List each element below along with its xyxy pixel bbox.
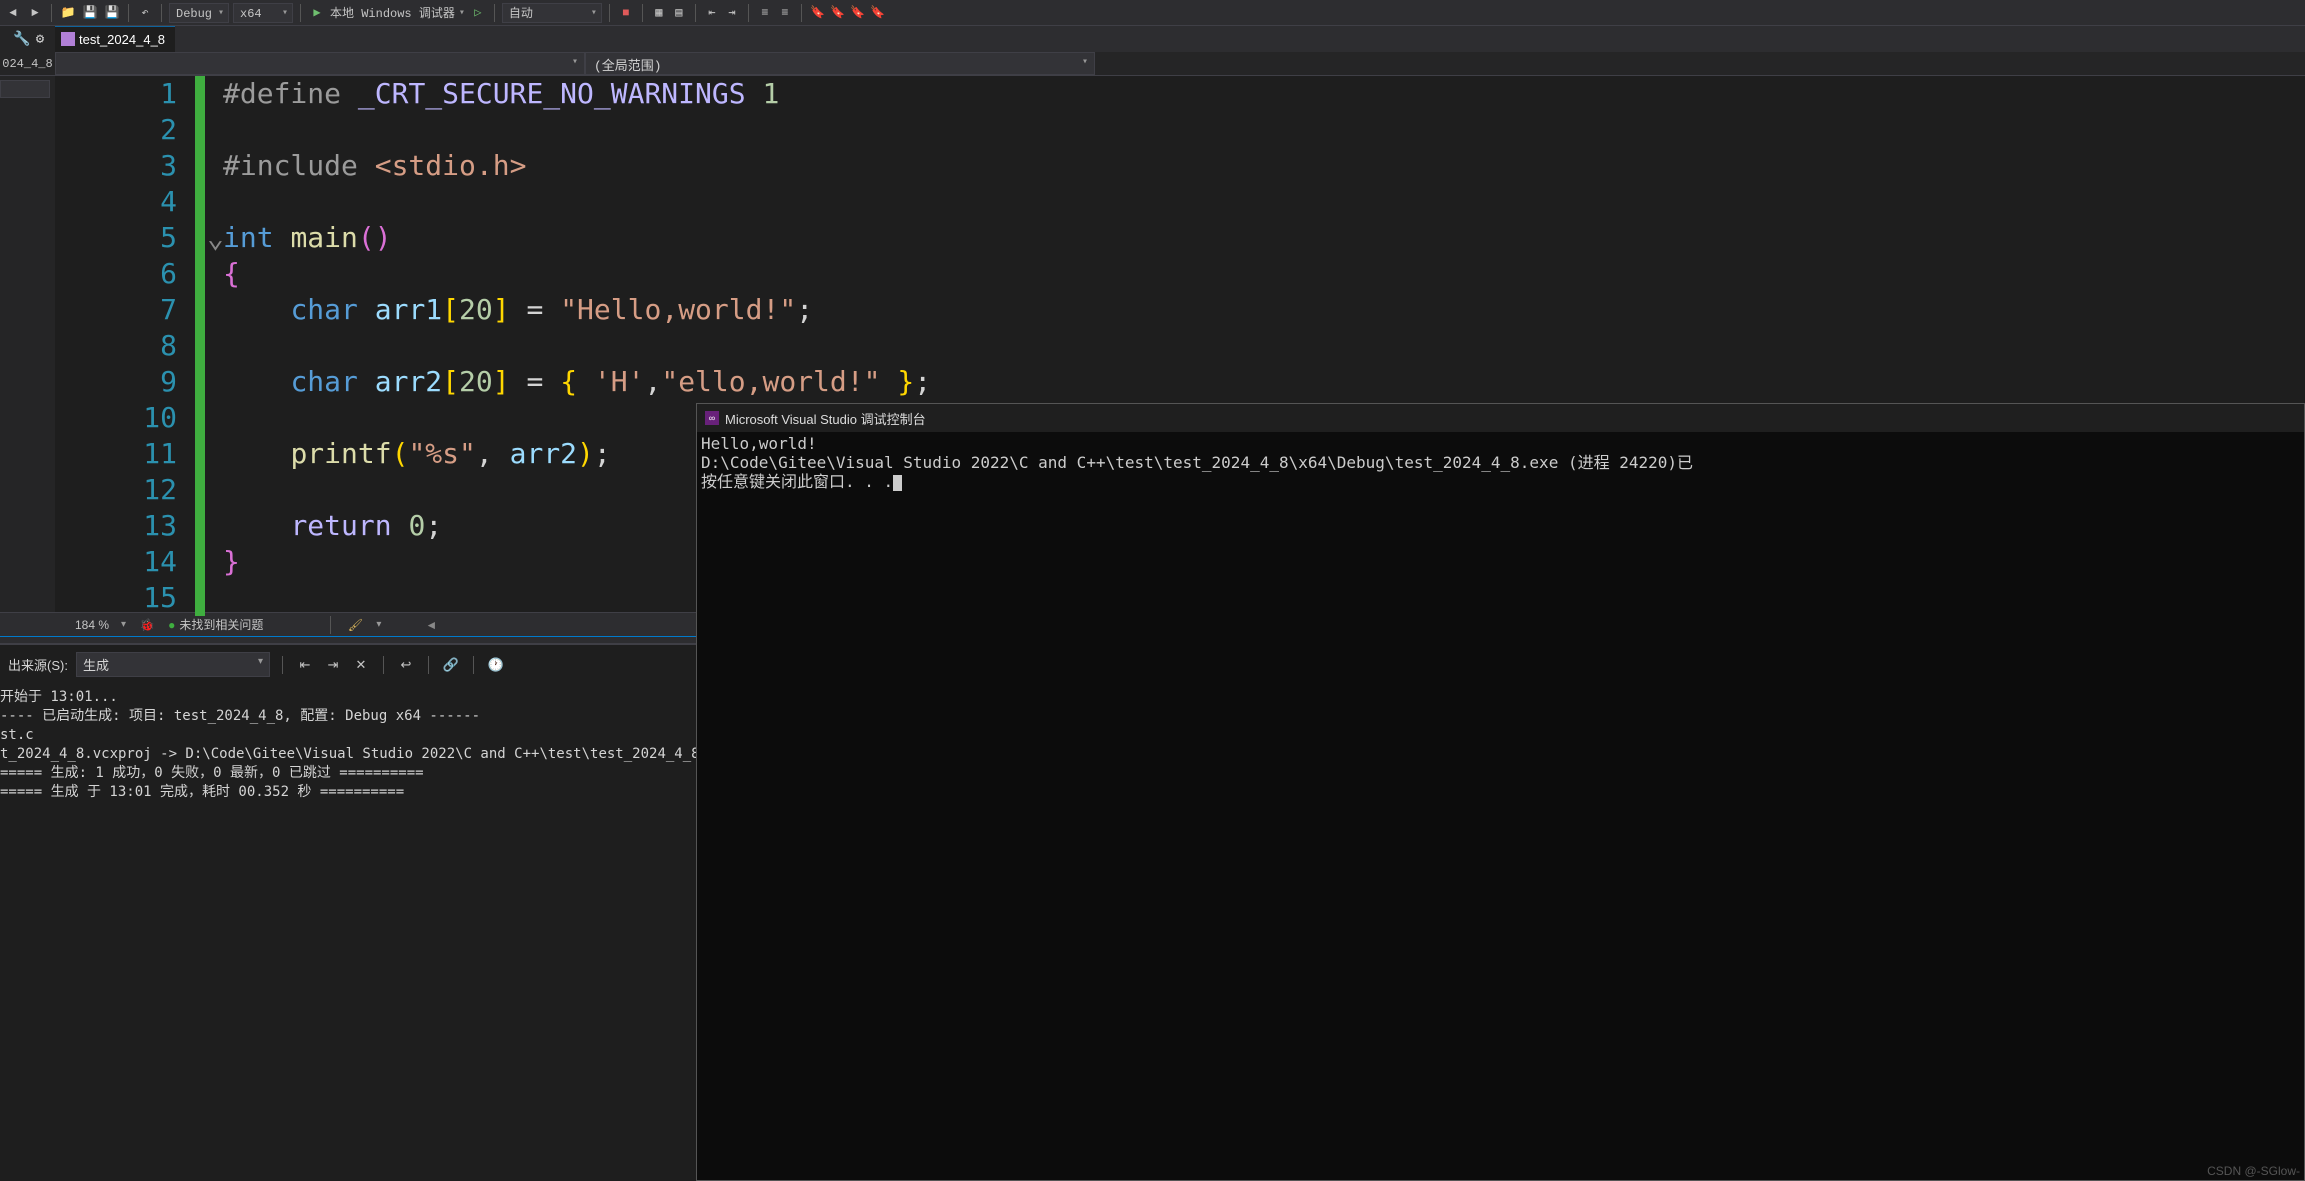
clock-icon[interactable]: 🕐 (486, 655, 506, 675)
bug-outline-icon[interactable]: 🐞 (138, 616, 156, 634)
solution-box[interactable] (0, 80, 50, 98)
stop-icon[interactable]: ■ (617, 4, 635, 22)
document-tabbar: 🔧 ⚙ test_2024_4_8 (0, 26, 2305, 52)
config-dropdown[interactable]: Debug (169, 3, 229, 23)
separator (473, 656, 474, 674)
separator (330, 616, 331, 634)
vs-logo-icon: ∞ (705, 411, 719, 425)
separator (609, 4, 610, 22)
bookmark-clear-icon[interactable]: 🔖 (869, 4, 887, 22)
layout-icon[interactable]: ▦ (650, 4, 668, 22)
solution-explorer-stub (0, 76, 55, 612)
cpp-file-icon (61, 32, 75, 46)
link-icon[interactable]: 🔗 (441, 655, 461, 675)
uncomment-icon[interactable]: ≡ (776, 4, 794, 22)
indent-increase-icon[interactable]: ⇥ (723, 4, 741, 22)
bookmark-prev-icon[interactable]: 🔖 (829, 4, 847, 22)
separator (801, 4, 802, 22)
bookmark-icons: 🔖 🔖 🔖 🔖 (809, 4, 887, 22)
output-source-dropdown[interactable]: 生成 (76, 652, 270, 677)
indent-decrease-icon[interactable]: ⇤ (703, 4, 721, 22)
play-no-debug-icon[interactable]: ▷ (469, 4, 487, 22)
back-icon[interactable]: ◄ (4, 4, 22, 22)
separator (300, 4, 301, 22)
bookmark-next-icon[interactable]: 🔖 (849, 4, 867, 22)
bookmark-icon[interactable]: 🔖 (809, 4, 827, 22)
debug-target-label[interactable]: 本地 Windows 调试器 (330, 4, 455, 21)
main-toolbar: ◄ ► 📁 💾 💾 ↶ Debug x64 ▶ 本地 Windows 调试器 ▾… (0, 0, 2305, 26)
save-all-icon[interactable]: 💾 (103, 4, 121, 22)
no-issues-indicator[interactable]: 未找到相关问题 (168, 616, 263, 633)
separator (383, 656, 384, 674)
nav-scope-dropdown[interactable]: (全局范围) (585, 52, 1095, 75)
auto-dropdown[interactable]: 自动 (502, 3, 602, 23)
comment-icons: ≡ ≡ (756, 4, 794, 22)
debug-console-body[interactable]: Hello,world! D:\Code\Gitee\Visual Studio… (697, 432, 2304, 1180)
play-icon[interactable]: ▶ (308, 4, 326, 22)
undo-icon[interactable]: ↶ (136, 4, 154, 22)
separator (695, 4, 696, 22)
separator (128, 4, 129, 22)
separator (428, 656, 429, 674)
layout-icon[interactable]: ▤ (670, 4, 688, 22)
indent-icons: ⇤ ⇥ (703, 4, 741, 22)
debug-console-title: Microsoft Visual Studio 调试控制台 (725, 409, 926, 428)
separator (161, 4, 162, 22)
go-to-prev-icon[interactable]: ⇤ (295, 655, 315, 675)
layout-icons: ▦ ▤ (650, 4, 688, 22)
nav-file-dropdown[interactable] (55, 52, 585, 75)
open-folder-icon[interactable]: 📁 (59, 4, 77, 22)
debug-console-titlebar[interactable]: ∞ Microsoft Visual Studio 调试控制台 (697, 404, 2304, 432)
change-indicator (195, 76, 205, 616)
platform-dropdown[interactable]: x64 (233, 3, 293, 23)
brush-icon[interactable]: 🖌 (346, 616, 364, 634)
separator (748, 4, 749, 22)
tab-file[interactable]: test_2024_4_8 (55, 26, 175, 52)
separator (282, 656, 283, 674)
output-source-label: 出来源(S): (8, 655, 68, 674)
zoom-level[interactable]: 184 % (75, 618, 109, 632)
separator (494, 4, 495, 22)
gear-icon[interactable]: ⚙ (31, 30, 49, 48)
comment-icon[interactable]: ≡ (756, 4, 774, 22)
debug-console-window[interactable]: ∞ Microsoft Visual Studio 调试控制台 Hello,wo… (696, 403, 2305, 1181)
nav-dropdown-row: 024_4_8 (全局范围) (0, 52, 2305, 76)
zoom-dd-icon[interactable]: ▾ (121, 619, 126, 630)
separator (51, 4, 52, 22)
toggle-wrap-icon[interactable]: ↩ (396, 655, 416, 675)
h-scroll-left-icon[interactable]: ◄ (425, 618, 437, 632)
save-icon[interactable]: 💾 (81, 4, 99, 22)
wrench-icon[interactable]: 🔧 (13, 30, 31, 48)
tree-item[interactable]: 024_4_8 (0, 52, 55, 75)
go-to-next-icon[interactable]: ⇥ (323, 655, 343, 675)
line-number-gutter: 1234 5678 9101112 131415 (55, 76, 195, 612)
tab-filename: test_2024_4_8 (79, 32, 165, 47)
cursor (893, 475, 902, 491)
clear-all-icon[interactable]: ✕ (351, 655, 371, 675)
left-gutter-tools: 🔧 ⚙ (0, 26, 55, 52)
separator (642, 4, 643, 22)
watermark: CSDN @-SGlow- (2207, 1164, 2300, 1178)
forward-icon[interactable]: ► (26, 4, 44, 22)
